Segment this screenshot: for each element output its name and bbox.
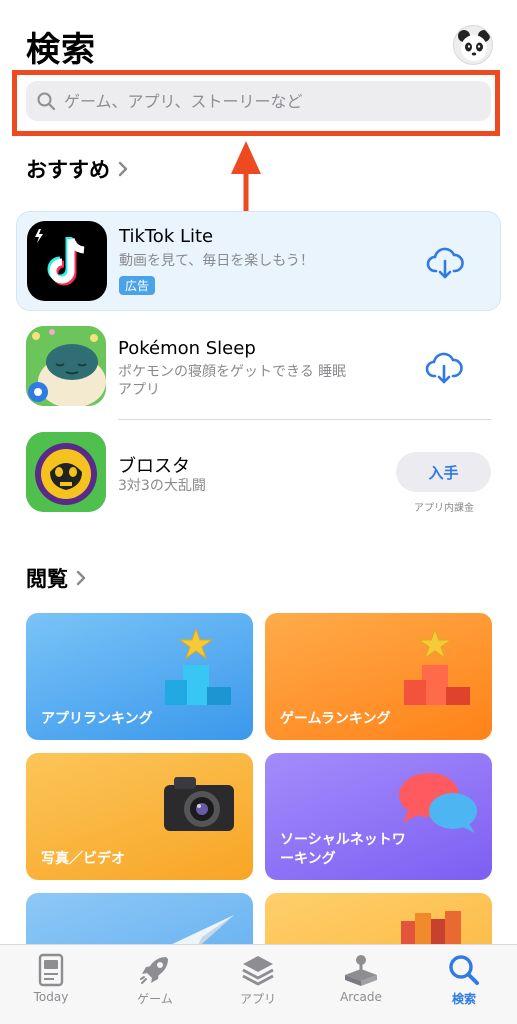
tab-search[interactable]: 検索 xyxy=(419,953,509,1007)
tile-label: アプリランキング xyxy=(41,711,153,727)
app-subtitle-line2: アプリ xyxy=(118,382,160,398)
tile-label-line2: ーキング xyxy=(280,851,336,867)
today-icon xyxy=(38,953,64,987)
browse-tile-photo-video[interactable]: 写真／ビデオ xyxy=(26,753,253,880)
chevron-right-icon xyxy=(118,161,128,177)
tile-label: 写真／ビデオ xyxy=(41,851,125,867)
tab-label: Arcade xyxy=(340,990,382,1004)
browse-title: 閲覧 xyxy=(26,567,68,591)
tab-arcade[interactable]: Arcade xyxy=(316,953,406,1004)
tab-label: Today xyxy=(33,990,69,1004)
app-row-brawl-stars[interactable]: ブロスタ 3対3の大乱闘 入手 アプリ内課金 xyxy=(16,428,501,528)
download-cloud-icon[interactable] xyxy=(425,243,465,283)
browse-tile-app-ranking[interactable]: アプリランキング xyxy=(26,613,253,740)
tab-bar: Today ゲーム アプリ Arcade 検索 xyxy=(0,944,517,1024)
ranking-podium-icon xyxy=(165,627,231,705)
chat-bubbles-icon xyxy=(399,773,477,833)
tab-apps[interactable]: アプリ xyxy=(213,953,303,1007)
app-name: ブロスタ xyxy=(118,456,190,477)
tab-label: ゲーム xyxy=(137,992,173,1006)
app-subtitle: 3対3の大乱闘 xyxy=(118,478,206,494)
app-name: TikTok Lite xyxy=(119,226,214,247)
recommended-title: おすすめ xyxy=(26,158,110,182)
browse-section-header[interactable]: 閲覧 xyxy=(26,563,86,593)
tiktok-lite-app-icon xyxy=(27,221,107,301)
tile-label: ゲームランキング xyxy=(280,711,391,727)
tile-label: ソーシャルネットワ xyxy=(280,832,406,848)
app-row-pokemon-sleep[interactable]: Pokémon Sleep ポケモンの寝顔をゲットできる 睡眠 アプリ xyxy=(16,320,501,420)
search-icon xyxy=(449,955,479,985)
in-app-purchase-note: アプリ内課金 xyxy=(414,503,474,514)
browse-tile-game-ranking[interactable]: ゲームランキング xyxy=(265,613,492,740)
tab-games[interactable]: ゲーム xyxy=(110,953,200,1007)
app-name: Pokémon Sleep xyxy=(118,338,256,359)
divider xyxy=(118,419,491,420)
get-button[interactable]: 入手 xyxy=(396,452,491,492)
browse-tile-social-networking[interactable]: ソーシャルネットワ ーキング xyxy=(265,753,492,880)
pokemon-sleep-app-icon xyxy=(26,326,106,406)
app-subtitle: ポケモンの寝顔をゲットできる 睡眠 xyxy=(118,364,347,380)
camera-icon xyxy=(164,777,234,831)
ad-badge: 広告 xyxy=(119,276,156,295)
rocket-icon xyxy=(140,957,168,984)
app-subtitle: 動画を見て、毎日を楽しもう！ xyxy=(119,253,314,269)
download-cloud-icon[interactable] xyxy=(424,348,464,388)
recommended-section-header[interactable]: おすすめ xyxy=(26,154,128,184)
arcade-joystick-icon xyxy=(345,955,377,986)
layers-icon xyxy=(242,956,274,986)
chevron-right-icon xyxy=(76,570,86,586)
tab-label: 検索 xyxy=(451,992,476,1006)
tab-label: アプリ xyxy=(239,992,276,1006)
tab-today[interactable]: Today xyxy=(6,953,96,1004)
brawl-stars-app-icon xyxy=(26,432,106,512)
ranking-podium-icon xyxy=(404,627,470,705)
app-row-tiktok-lite[interactable]: TikTok Lite 動画を見て、毎日を楽しもう！ 広告 xyxy=(16,211,501,311)
